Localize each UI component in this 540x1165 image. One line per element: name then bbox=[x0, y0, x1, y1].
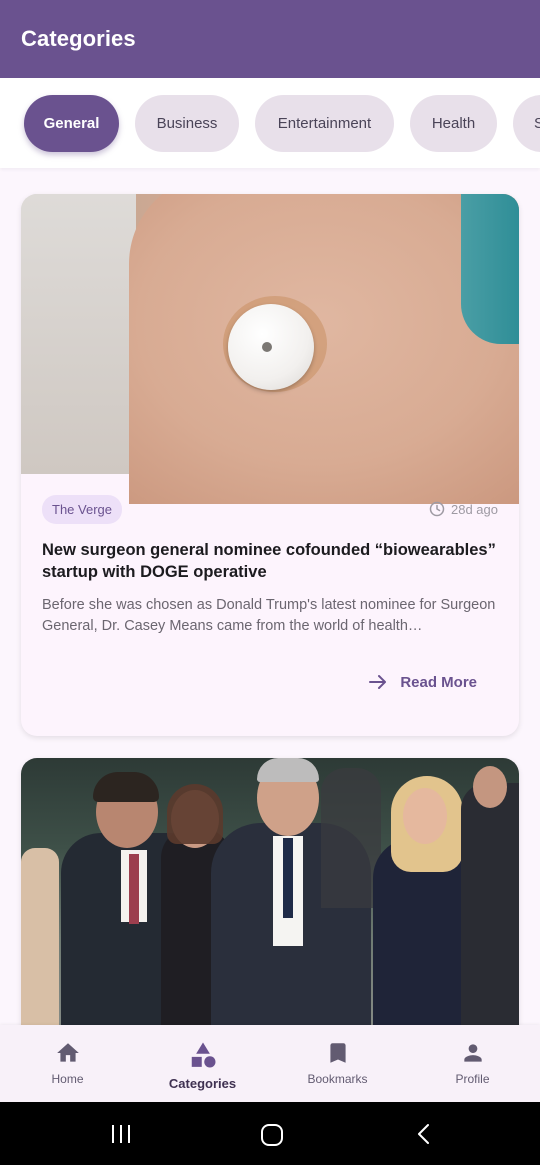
nav-label: Bookmarks bbox=[307, 1072, 368, 1086]
home-button-icon[interactable] bbox=[260, 1123, 284, 1147]
article-time: 28d ago bbox=[429, 501, 498, 517]
nav-categories[interactable]: Categories bbox=[135, 1025, 270, 1102]
page-title: Categories bbox=[21, 26, 136, 51]
source-badge: The Verge bbox=[42, 495, 122, 524]
nav-bookmarks[interactable]: Bookmarks bbox=[270, 1025, 405, 1102]
clock-icon bbox=[429, 501, 445, 517]
person-icon bbox=[463, 1044, 482, 1062]
article-image bbox=[21, 194, 519, 504]
bookmark-icon bbox=[329, 1043, 346, 1063]
chip-general[interactable]: General bbox=[24, 95, 119, 152]
home-icon bbox=[56, 1043, 79, 1062]
system-navigation-bar bbox=[0, 1102, 540, 1165]
nav-label: Categories bbox=[168, 1076, 237, 1091]
bottom-navigation: Home Categories Bookmarks Profile bbox=[0, 1025, 540, 1102]
arrow-right-icon bbox=[369, 675, 387, 689]
article-image bbox=[21, 758, 519, 1058]
nav-profile[interactable]: Profile bbox=[405, 1025, 540, 1102]
categories-icon bbox=[191, 1042, 215, 1068]
article-summary: Before she was chosen as Donald Trump's … bbox=[42, 597, 496, 634]
chip-business[interactable]: Business bbox=[135, 95, 239, 152]
chip-entertainment[interactable]: Entertainment bbox=[255, 95, 394, 152]
article-card[interactable] bbox=[21, 758, 519, 1058]
nav-label: Profile bbox=[455, 1072, 490, 1086]
chip-health[interactable]: Health bbox=[410, 95, 497, 152]
app-bar: Categories bbox=[0, 0, 540, 78]
nav-label: Home bbox=[51, 1072, 84, 1086]
back-icon[interactable] bbox=[414, 1123, 434, 1145]
chip-partial[interactable]: S bbox=[513, 95, 540, 152]
recent-apps-icon[interactable] bbox=[110, 1123, 132, 1145]
category-chips[interactable]: General Business Entertainment Health S bbox=[0, 78, 540, 168]
nav-home[interactable]: Home bbox=[0, 1025, 135, 1102]
read-more-label: Read More bbox=[400, 673, 477, 691]
time-label: 28d ago bbox=[451, 501, 498, 517]
read-more-button[interactable]: Read More bbox=[368, 673, 477, 691]
article-title[interactable]: New surgeon general nominee cofounded “b… bbox=[42, 539, 502, 583]
article-card[interactable]: The Verge 28d ago New surgeon general no… bbox=[21, 194, 519, 736]
